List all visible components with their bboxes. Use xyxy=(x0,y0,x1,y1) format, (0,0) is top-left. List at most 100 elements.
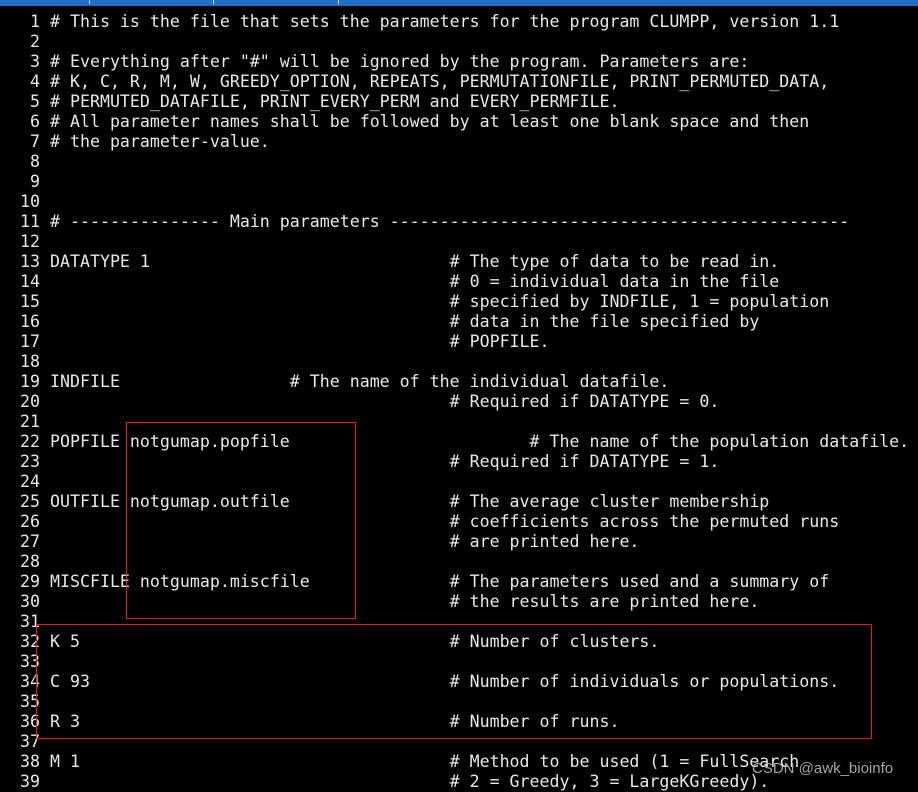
editor-line[interactable]: 2 xyxy=(0,32,918,52)
line-number: 39 xyxy=(20,772,40,791)
line-text: # Required if DATATYPE = 0. xyxy=(50,392,720,411)
line-number: 29 xyxy=(20,572,40,591)
editor-line[interactable]: 34 C 93 # Number of individuals or popula… xyxy=(0,672,918,692)
editor-line[interactable]: 8 xyxy=(0,152,918,172)
line-number: 19 xyxy=(20,372,40,391)
editor-line[interactable]: 14 # 0 = individual data in the file xyxy=(0,272,918,292)
line-text: MISCFILE notgumap.miscfile # The paramet… xyxy=(50,572,830,591)
line-text: # K, C, R, M, W, GREEDY_OPTION, REPEATS,… xyxy=(50,72,830,91)
editor-line[interactable]: 19 INDFILE # The name of the individual d… xyxy=(0,372,918,392)
line-number: 9 xyxy=(30,172,40,191)
line-number: 30 xyxy=(20,592,40,611)
line-number: 23 xyxy=(20,452,40,471)
editor-line[interactable]: 1 # This is the file that sets the parame… xyxy=(0,12,918,32)
line-number: 10 xyxy=(20,192,40,211)
editor-line[interactable]: 4 # K, C, R, M, W, GREEDY_OPTION, REPEATS… xyxy=(0,72,918,92)
editor-line[interactable]: 33 xyxy=(0,652,918,672)
line-number: 6 xyxy=(30,112,40,131)
line-number: 11 xyxy=(20,212,40,231)
editor-line[interactable]: 25 OUTFILE notgumap.outfile # The average… xyxy=(0,492,918,512)
line-text: M 1 # Method to be used (1 = FullSearch xyxy=(50,752,800,771)
line-number: 34 xyxy=(20,672,40,691)
line-number: 13 xyxy=(20,252,40,271)
editor-line[interactable]: 37 xyxy=(0,732,918,752)
line-number: 8 xyxy=(30,152,40,171)
editor-line[interactable]: 31 xyxy=(0,612,918,632)
line-text: # Everything after "#" will be ignored b… xyxy=(50,52,750,71)
text-editor[interactable]: 1 # This is the file that sets the parame… xyxy=(0,12,918,792)
line-number: 28 xyxy=(20,552,40,571)
line-text: # the results are printed here. xyxy=(50,592,760,611)
line-number: 33 xyxy=(20,652,40,671)
tab-bar xyxy=(0,0,918,6)
line-number: 22 xyxy=(20,432,40,451)
line-number: 4 xyxy=(30,72,40,91)
watermark: CSDN @awk_bioinfo xyxy=(752,760,894,777)
line-text: # All parameter names shall be followed … xyxy=(50,112,810,131)
line-text: OUTFILE notgumap.outfile # The average c… xyxy=(50,492,770,511)
line-number: 31 xyxy=(20,612,40,631)
editor-line[interactable]: 22 POPFILE notgumap.popfile # The name of… xyxy=(0,432,918,452)
tab-divider xyxy=(213,0,214,4)
line-number: 17 xyxy=(20,332,40,351)
line-number: 5 xyxy=(30,92,40,111)
line-number: 20 xyxy=(20,392,40,411)
editor-line[interactable]: 35 xyxy=(0,692,918,712)
line-number: 7 xyxy=(30,132,40,151)
line-number: 26 xyxy=(20,512,40,531)
line-text: # specified by INDFILE, 1 = population xyxy=(50,292,830,311)
editor-line[interactable]: 26 # coefficients across the permuted ru… xyxy=(0,512,918,532)
line-text: # data in the file specified by xyxy=(50,312,760,331)
editor-line[interactable]: 12 xyxy=(0,232,918,252)
editor-line[interactable]: 23 # Required if DATATYPE = 1. xyxy=(0,452,918,472)
editor-line[interactable]: 5 # PERMUTED_DATAFILE, PRINT_EVERY_PERM a… xyxy=(0,92,918,112)
line-number: 12 xyxy=(20,232,40,251)
editor-line[interactable]: 10 xyxy=(0,192,918,212)
editor-line[interactable]: 17 # POPFILE. xyxy=(0,332,918,352)
line-number: 18 xyxy=(20,352,40,371)
editor-line[interactable]: 9 xyxy=(0,172,918,192)
tab-divider xyxy=(338,0,339,4)
editor-line[interactable]: 16 # data in the file specified by xyxy=(0,312,918,332)
editor-line[interactable]: 29 MISCFILE notgumap.miscfile # The param… xyxy=(0,572,918,592)
editor-line[interactable]: 11 # --------------- Main parameters ----… xyxy=(0,212,918,232)
line-text: # Required if DATATYPE = 1. xyxy=(50,452,720,471)
line-number: 37 xyxy=(20,732,40,751)
editor-line[interactable]: 27 # are printed here. xyxy=(0,532,918,552)
editor-line[interactable]: 15 # specified by INDFILE, 1 = populatio… xyxy=(0,292,918,312)
line-number: 32 xyxy=(20,632,40,651)
line-number: 15 xyxy=(20,292,40,311)
line-number: 36 xyxy=(20,712,40,731)
line-text: # coefficients across the permuted runs xyxy=(50,512,840,531)
editor-line[interactable]: 18 xyxy=(0,352,918,372)
editor-line[interactable]: 28 xyxy=(0,552,918,572)
editor-line[interactable]: 20 # Required if DATATYPE = 0. xyxy=(0,392,918,412)
editor-line[interactable]: 36 R 3 # Number of runs. xyxy=(0,712,918,732)
line-number: 25 xyxy=(20,492,40,511)
line-number: 1 xyxy=(30,12,40,31)
tab-divider xyxy=(89,0,90,4)
editor-line[interactable]: 24 xyxy=(0,472,918,492)
line-text: # 0 = individual data in the file xyxy=(50,272,780,291)
line-text: # This is the file that sets the paramet… xyxy=(50,12,840,31)
line-text: # POPFILE. xyxy=(50,332,550,351)
line-number: 35 xyxy=(20,692,40,711)
line-text: # 2 = Greedy, 3 = LargeKGreedy). xyxy=(50,772,770,791)
line-text: # are printed here. xyxy=(50,532,640,551)
line-number: 27 xyxy=(20,532,40,551)
editor-line[interactable]: 13 DATATYPE 1 # The type of data to be re… xyxy=(0,252,918,272)
line-number: 16 xyxy=(20,312,40,331)
editor-line[interactable]: 32 K 5 # Number of clusters. xyxy=(0,632,918,652)
line-text: POPFILE notgumap.popfile # The name of t… xyxy=(50,432,910,451)
editor-line[interactable]: 21 xyxy=(0,412,918,432)
editor-line[interactable]: 6 # All parameter names shall be followed… xyxy=(0,112,918,132)
line-number: 3 xyxy=(30,52,40,71)
line-number: 24 xyxy=(20,472,40,491)
line-text: # --------------- Main parameters ------… xyxy=(50,212,850,231)
editor-line[interactable]: 30 # the results are printed here. xyxy=(0,592,918,612)
line-text: K 5 # Number of clusters. xyxy=(50,632,660,651)
line-text: R 3 # Number of runs. xyxy=(50,712,620,731)
editor-line[interactable]: 7 # the parameter-value. xyxy=(0,132,918,152)
line-number: 14 xyxy=(20,272,40,291)
editor-line[interactable]: 3 # Everything after "#" will be ignored … xyxy=(0,52,918,72)
